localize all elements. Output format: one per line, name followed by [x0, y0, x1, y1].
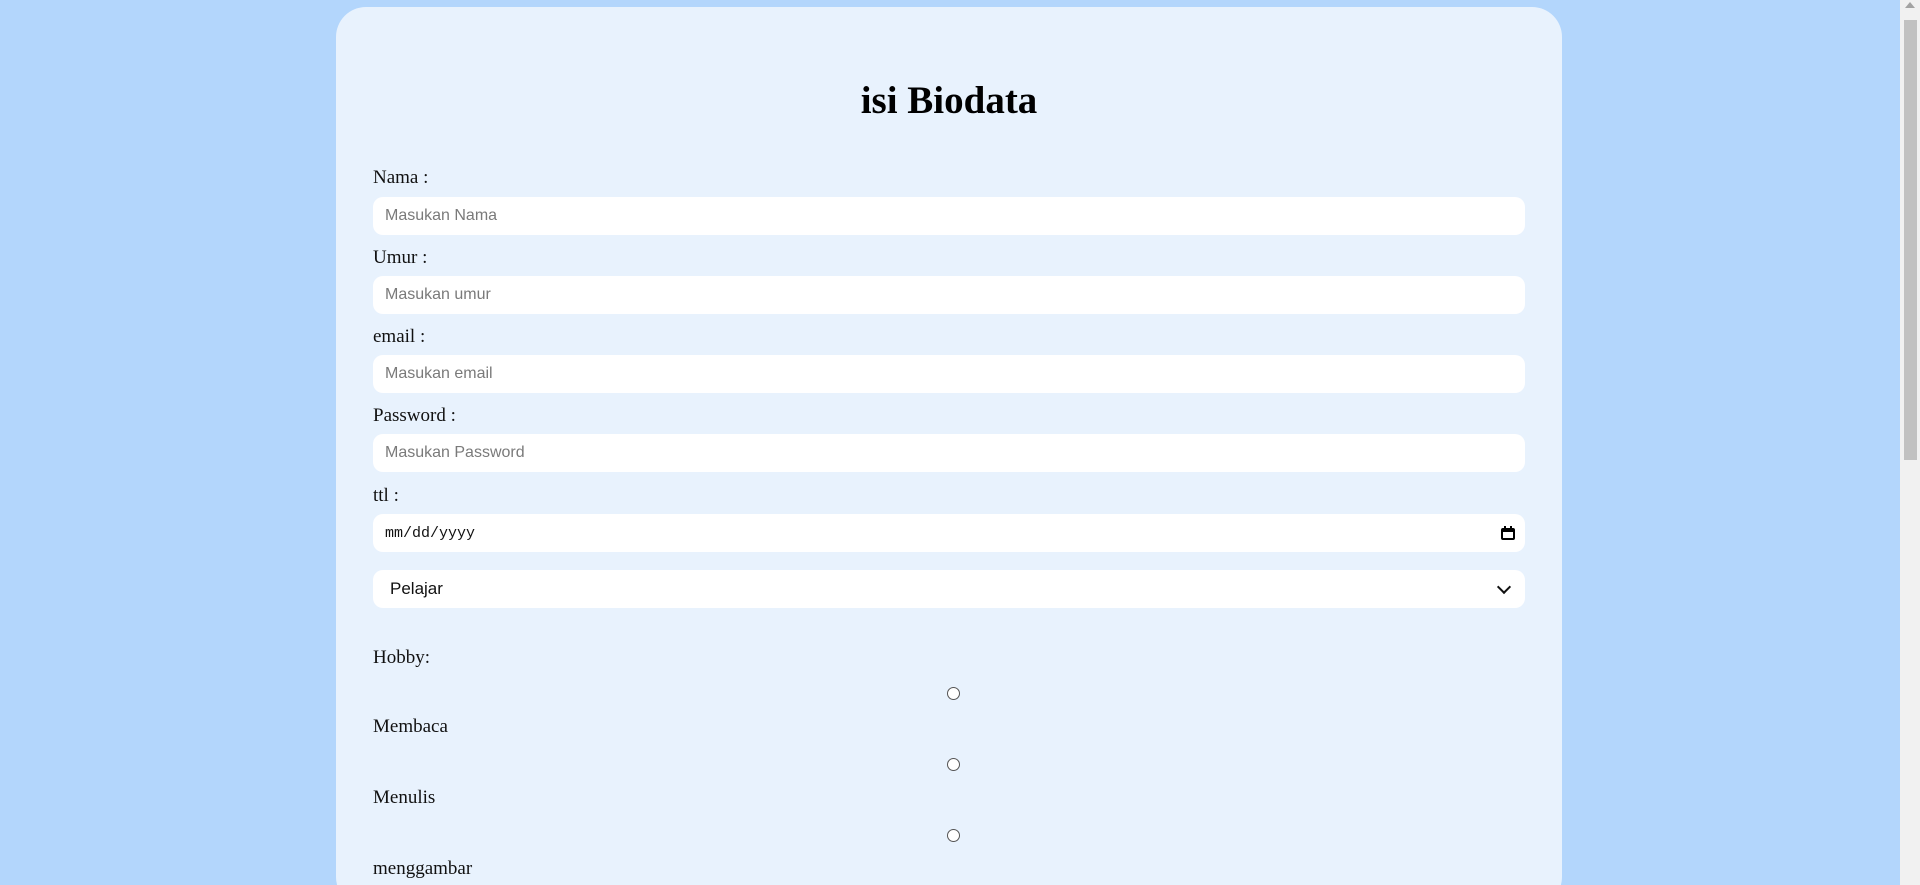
chevron-down-icon — [1496, 579, 1512, 594]
hobby-label: Hobby: — [373, 647, 430, 668]
nama-input[interactable] — [373, 197, 1525, 235]
radio-membaca[interactable] — [947, 687, 960, 700]
ttl-date-value: mm/dd/yyyy — [385, 524, 476, 542]
radio-menulis[interactable] — [947, 758, 960, 771]
hobby-option-menulis: Menulis — [373, 787, 436, 808]
radio-menggambar[interactable] — [947, 829, 960, 842]
email-label: email : — [373, 326, 426, 347]
nama-label: Nama : — [373, 167, 429, 188]
vertical-scrollbar[interactable] — [1900, 0, 1920, 885]
password-label: Password : — [373, 405, 456, 426]
status-select[interactable]: Pelajar — [373, 570, 1525, 608]
calendar-icon[interactable] — [1501, 526, 1515, 540]
umur-label: Umur : — [373, 247, 428, 268]
biodata-card: isi Biodata Nama : Umur : email : Passwo… — [336, 7, 1562, 885]
password-input[interactable] — [373, 434, 1525, 472]
email-input[interactable] — [373, 355, 1525, 393]
page-title: isi Biodata — [860, 79, 1038, 122]
hobby-option-membaca: Membaca — [373, 716, 448, 737]
hobby-option-menggambar: menggambar — [373, 858, 473, 879]
ttl-label: ttl : — [373, 485, 399, 506]
umur-input[interactable] — [373, 276, 1525, 314]
scrollbar-thumb[interactable] — [1904, 20, 1917, 460]
ttl-date-input[interactable]: mm/dd/yyyy — [373, 514, 1525, 552]
scroll-up-arrow-icon[interactable] — [1905, 2, 1915, 8]
status-selected-value: Pelajar — [390, 579, 443, 598]
page-viewport: isi Biodata Nama : Umur : email : Passwo… — [0, 0, 1920, 885]
